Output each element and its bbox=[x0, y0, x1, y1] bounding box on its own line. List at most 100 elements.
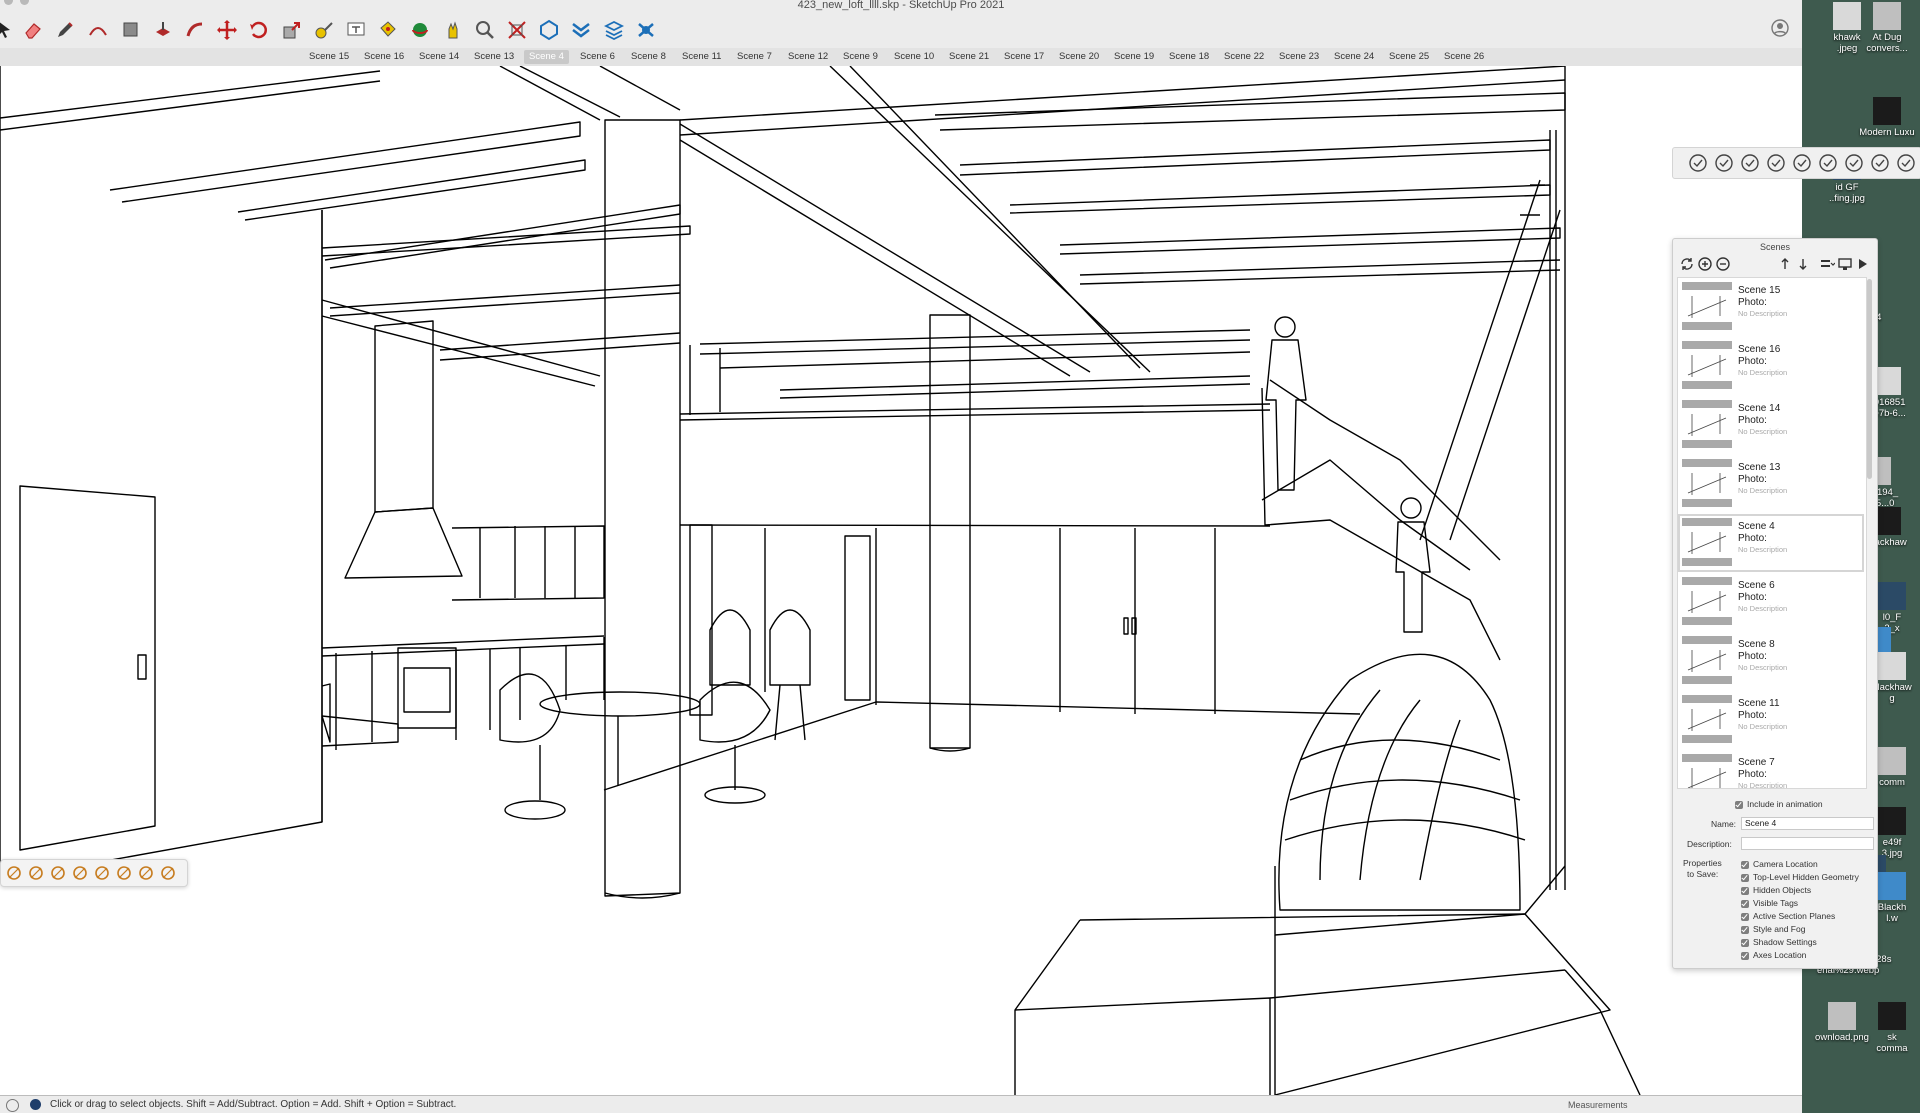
remove-scene-button[interactable] bbox=[1715, 256, 1731, 272]
zoom-extents-icon[interactable] bbox=[503, 16, 531, 44]
hand-icon[interactable] bbox=[1739, 152, 1761, 174]
desktop-file-icon[interactable] bbox=[1873, 97, 1901, 125]
scale-icon[interactable] bbox=[278, 16, 306, 44]
property-checkbox[interactable] bbox=[1741, 887, 1749, 895]
move-scene-up-icon[interactable] bbox=[1777, 256, 1793, 272]
scene-list-item[interactable]: Scene 11 Photo: No Description bbox=[1678, 691, 1864, 749]
extension-manager-icon[interactable] bbox=[632, 16, 660, 44]
axes-icon[interactable] bbox=[93, 864, 111, 882]
property-checkbox[interactable] bbox=[1741, 952, 1749, 960]
push-pull-icon[interactable] bbox=[149, 16, 177, 44]
property-checkbox[interactable] bbox=[1741, 926, 1749, 934]
screen-icon[interactable] bbox=[1869, 152, 1891, 174]
scene-tab-scene-26[interactable]: Scene 26 bbox=[1439, 50, 1489, 64]
property-checkbox[interactable] bbox=[1741, 874, 1749, 882]
window-icon[interactable] bbox=[1843, 152, 1865, 174]
scene-tab-scene-19[interactable]: Scene 19 bbox=[1109, 50, 1159, 64]
credits-icon[interactable] bbox=[30, 1099, 41, 1110]
scene-tab-scene-21[interactable]: Scene 21 bbox=[944, 50, 994, 64]
geolocation-icon[interactable] bbox=[6, 1099, 19, 1112]
property-checkbox[interactable] bbox=[1741, 861, 1749, 869]
desktop-file-icon[interactable] bbox=[1878, 872, 1906, 900]
account-icon[interactable] bbox=[1770, 18, 1790, 38]
desktop-file-label[interactable]: At Dug convers... bbox=[1857, 32, 1917, 54]
follow-me-icon[interactable] bbox=[181, 16, 209, 44]
paint-bucket-icon[interactable] bbox=[374, 16, 402, 44]
protractor-icon[interactable] bbox=[71, 864, 89, 882]
scene-tab-scene-24[interactable]: Scene 24 bbox=[1329, 50, 1379, 64]
section-plane-icon[interactable] bbox=[5, 864, 23, 882]
section-fill-icon[interactable] bbox=[27, 864, 45, 882]
scene-tab-scene-12[interactable]: Scene 12 bbox=[783, 50, 833, 64]
scene-tab-scene-11[interactable]: Scene 11 bbox=[677, 50, 726, 64]
monitor-icon[interactable] bbox=[1895, 152, 1917, 174]
extension-warehouse-icon[interactable] bbox=[567, 16, 595, 44]
desktop-file-icon[interactable] bbox=[1878, 1002, 1906, 1030]
scene-tab-scene-16[interactable]: Scene 16 bbox=[359, 50, 409, 64]
move-scene-down-icon[interactable] bbox=[1795, 256, 1811, 272]
layout-icon[interactable] bbox=[600, 16, 628, 44]
scene-tab-scene-8[interactable]: Scene 8 bbox=[626, 50, 671, 64]
property-checkbox[interactable] bbox=[1741, 939, 1749, 947]
cloud-icon[interactable] bbox=[1765, 152, 1787, 174]
pan-icon[interactable] bbox=[439, 16, 467, 44]
3d-warehouse-icon[interactable] bbox=[535, 16, 563, 44]
rotate-icon[interactable] bbox=[245, 16, 273, 44]
scene-list-item[interactable]: Scene 13 Photo: No Description bbox=[1678, 455, 1864, 513]
desktop-file-label[interactable]: Modern Luxu bbox=[1857, 127, 1917, 138]
scene-tab-scene-10[interactable]: Scene 10 bbox=[889, 50, 939, 64]
model-viewport[interactable] bbox=[0, 66, 1802, 1095]
scene-tab-scene-25[interactable]: Scene 25 bbox=[1384, 50, 1434, 64]
move-icon[interactable] bbox=[213, 16, 241, 44]
tape-measure-icon[interactable] bbox=[310, 16, 338, 44]
desktop-file-icon[interactable] bbox=[1878, 747, 1906, 775]
scene-tab-scene-7[interactable]: Scene 7 bbox=[732, 50, 777, 64]
include-in-animation-checkbox[interactable] bbox=[1735, 801, 1743, 809]
scene-tab-scene-18[interactable]: Scene 18 bbox=[1164, 50, 1214, 64]
soften-icon[interactable] bbox=[159, 864, 177, 882]
scene-list-item[interactable]: Scene 7 Photo: No Description bbox=[1678, 750, 1864, 788]
refresh-scene-button[interactable] bbox=[1679, 256, 1695, 272]
scene-list-item[interactable]: Scene 16 Photo: No Description bbox=[1678, 337, 1864, 395]
scene-tab-scene-13[interactable]: Scene 13 bbox=[469, 50, 519, 64]
zoom-icon[interactable] bbox=[471, 16, 499, 44]
orbit-icon[interactable] bbox=[406, 16, 434, 44]
desktop-file-label[interactable]: id GF ..fing.jpg bbox=[1817, 182, 1877, 204]
scene-name-field[interactable]: Scene 4 bbox=[1741, 817, 1874, 830]
scene-description-field[interactable] bbox=[1741, 837, 1874, 850]
check-icon[interactable] bbox=[1687, 152, 1709, 174]
hide-details-icon[interactable] bbox=[1855, 256, 1871, 272]
sync-icon[interactable] bbox=[1791, 152, 1813, 174]
eraser-icon[interactable] bbox=[20, 16, 48, 44]
view-options-icon[interactable] bbox=[1819, 256, 1836, 272]
pencil-icon[interactable] bbox=[52, 16, 80, 44]
text-icon[interactable] bbox=[342, 16, 370, 44]
sun-icon[interactable] bbox=[115, 864, 133, 882]
desktop-file-icon[interactable] bbox=[1878, 807, 1906, 835]
desktop-file-icon[interactable] bbox=[1873, 2, 1901, 30]
desktop-file-icon[interactable] bbox=[1878, 582, 1906, 610]
scene-tab-scene-14[interactable]: Scene 14 bbox=[414, 50, 464, 64]
sandbox-icon[interactable] bbox=[137, 864, 155, 882]
property-checkbox[interactable] bbox=[1741, 900, 1749, 908]
property-checkbox[interactable] bbox=[1741, 913, 1749, 921]
scene-tab-scene-20[interactable]: Scene 20 bbox=[1054, 50, 1104, 64]
scene-list-item[interactable]: Scene 15 Photo: No Description bbox=[1678, 278, 1864, 336]
scene-tab-scene-9[interactable]: Scene 9 bbox=[838, 50, 883, 64]
scene-list-item[interactable]: Scene 14 Photo: No Description bbox=[1678, 396, 1864, 454]
scene-list-item[interactable]: Scene 4 Photo: No Description bbox=[1678, 514, 1864, 572]
scene-tab-scene-15[interactable]: Scene 15 bbox=[304, 50, 354, 64]
select-icon[interactable] bbox=[0, 16, 18, 44]
circle-icon[interactable] bbox=[49, 864, 67, 882]
teapot-icon[interactable] bbox=[1713, 152, 1735, 174]
desktop-file-icon[interactable] bbox=[1833, 2, 1861, 30]
scene-tab-scene-23[interactable]: Scene 23 bbox=[1274, 50, 1324, 64]
desktop-file-label[interactable]: sk comma bbox=[1862, 1032, 1920, 1054]
scene-tab-scene-6[interactable]: Scene 6 bbox=[575, 50, 620, 64]
shape-icon[interactable] bbox=[117, 16, 145, 44]
scene-tab-scene-22[interactable]: Scene 22 bbox=[1219, 50, 1269, 64]
scene-tab-scene-4[interactable]: Scene 4 bbox=[524, 50, 569, 64]
scene-list-item[interactable]: Scene 8 Photo: No Description bbox=[1678, 632, 1864, 690]
desktop-file-icon[interactable] bbox=[1828, 1002, 1856, 1030]
stack-icon[interactable] bbox=[1817, 152, 1839, 174]
